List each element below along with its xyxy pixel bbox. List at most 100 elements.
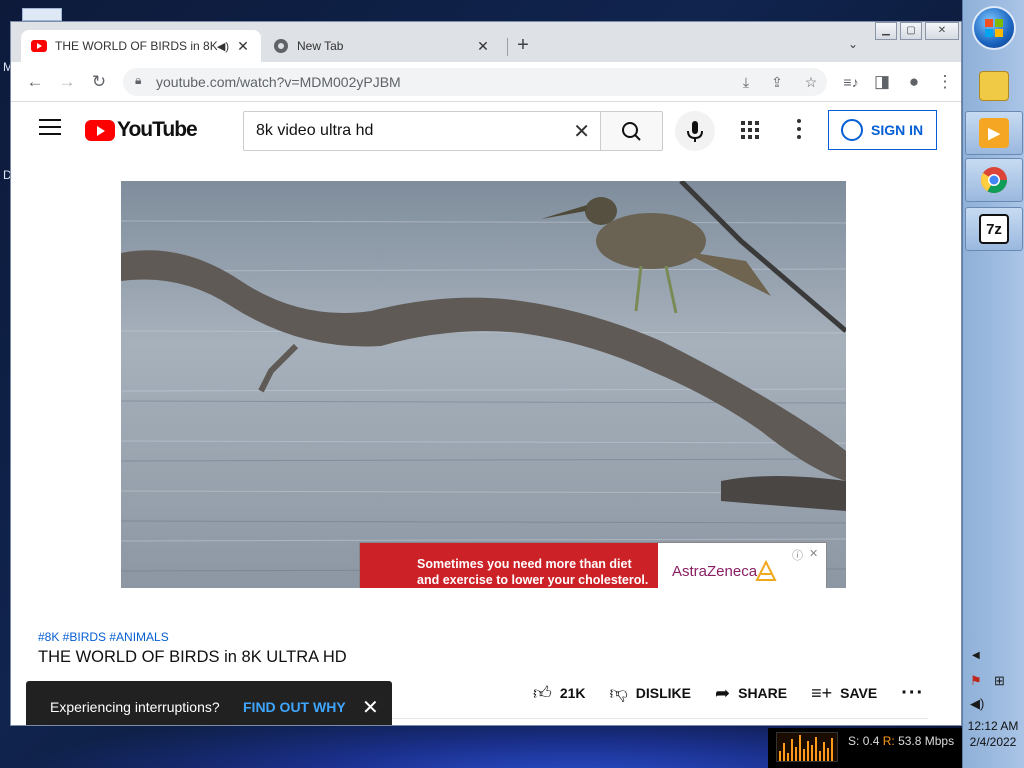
folder-icon <box>979 71 1009 101</box>
more-actions-icon[interactable]: ··· <box>901 682 924 705</box>
audio-playing-icon[interactable]: ◀) <box>217 40 229 53</box>
video-frame-bird-on-branch <box>121 181 846 588</box>
settings-more-icon[interactable] <box>794 119 804 141</box>
browser-window: THE WORLD OF BIRDS in 8K ULTRA HD ◀) ✕ N… <box>10 21 962 726</box>
snackbar: Experiencing interruptions? FIND OUT WHY… <box>26 681 392 725</box>
action-center-flag-icon[interactable]: ⚑ <box>970 673 982 689</box>
tab-close-icon[interactable]: ✕ <box>235 38 251 55</box>
forward-arrow-icon[interactable]: → <box>55 70 79 94</box>
ad-close-icon[interactable]: ✕ <box>809 547 818 560</box>
tab-search-chevron-icon[interactable]: ⌄ <box>843 34 863 54</box>
microphone-icon <box>687 121 703 142</box>
tray-expand-icon[interactable]: ◀ <box>972 650 980 661</box>
thumbs-up-icon: 👍︎ <box>533 683 552 703</box>
browser-toolbar: ← → ↻ 🔒︎ youtube.com/watch?v=MDM002yPJBM… <box>11 62 961 102</box>
voice-search-button[interactable] <box>675 111 715 151</box>
network-meter-widget: S: 0.4 R: 53.8 Mbps <box>768 728 962 768</box>
clock-time: 12:12 AM <box>967 719 1019 733</box>
video-actions: 👍︎ 21K 👎︎ DISLIKE ➦ SHARE ≡+ SAVE ··· <box>533 679 948 707</box>
tab-youtube[interactable]: THE WORLD OF BIRDS in 8K ULTRA HD ◀) ✕ <box>21 30 261 62</box>
ad-line-2: and exercise to lower your cholesterol. <box>417 573 649 587</box>
playlist-add-icon: ≡+ <box>811 682 833 703</box>
bookmark-star-icon[interactable]: ☆ <box>800 71 822 93</box>
youtube-logo[interactable]: YouTube <box>85 118 198 142</box>
network-speed-text: S: 0.4 R: 53.8 Mbps <box>848 734 954 748</box>
apps-grid-icon[interactable] <box>741 121 761 141</box>
youtube-play-icon <box>85 119 115 141</box>
dislike-button[interactable]: 👎︎ DISLIKE <box>610 682 692 704</box>
menu-hamburger-icon[interactable] <box>39 119 61 137</box>
video-player[interactable]: Sometimes you need more than diet and ex… <box>121 181 846 588</box>
clear-search-icon[interactable]: ✕ <box>573 119 590 144</box>
back-arrow-icon[interactable]: ← <box>23 70 47 94</box>
youtube-wordmark: YouTube <box>117 118 198 141</box>
system-clock[interactable]: 12:12 AM 2/4/2022 <box>962 718 1024 750</box>
volume-icon[interactable]: ◀) <box>970 696 984 712</box>
save-button[interactable]: ≡+ SAVE <box>811 683 877 704</box>
url-text[interactable]: youtube.com/watch?v=MDM002yPJBM <box>156 74 401 90</box>
tab-new-tab[interactable]: New Tab ✕ <box>263 30 501 62</box>
close-window-button[interactable]: ✕ <box>925 22 959 40</box>
overlay-ad[interactable]: Sometimes you need more than diet and ex… <box>359 542 827 588</box>
search-icon <box>622 122 641 141</box>
ad-line-1: Sometimes you need more than diet <box>417 557 632 571</box>
ad-message: Sometimes you need more than diet and ex… <box>360 543 658 588</box>
like-button[interactable]: 👍︎ 21K <box>533 682 586 704</box>
media-player-icon: ▶ <box>979 118 1009 148</box>
thumbs-down-icon: 👎︎ <box>609 683 628 703</box>
recv-value: 53.8 Mbps <box>898 734 955 748</box>
network-icon[interactable]: ⊞ <box>994 673 1005 689</box>
reload-icon[interactable]: ↻ <box>87 70 111 94</box>
share-page-icon[interactable]: ⇪ <box>766 71 788 93</box>
taskbar-explorer[interactable] <box>965 64 1023 108</box>
network-graph <box>776 732 838 762</box>
youtube-header: YouTube 8k video ultra hd ✕ SIGN IN <box>11 103 961 159</box>
tab-separator <box>507 38 508 56</box>
dislike-label: DISLIKE <box>635 685 692 701</box>
ad-brand-logo: AstraZeneca <box>672 563 758 580</box>
tab-strip: THE WORLD OF BIRDS in 8K ULTRA HD ◀) ✕ N… <box>11 22 961 62</box>
7zip-icon: 7z <box>979 214 1009 244</box>
share-label: SHARE <box>738 685 788 701</box>
search-query[interactable]: 8k video ultra hd <box>256 122 373 140</box>
share-arrow-icon: ➦ <box>715 682 731 703</box>
search-input[interactable]: 8k video ultra hd ✕ <box>243 111 601 151</box>
profile-icon[interactable]: ● <box>902 70 926 94</box>
find-out-why-link[interactable]: FIND OUT WHY <box>243 699 346 715</box>
windows-logo-icon <box>985 19 1003 37</box>
address-bar[interactable]: 🔒︎ youtube.com/watch?v=MDM002yPJBM ⤓ ⇪ ☆ <box>123 68 827 96</box>
new-tab-button[interactable]: + <box>511 34 535 58</box>
tab-title: THE WORLD OF BIRDS in 8K ULTRA HD <box>55 39 217 53</box>
snackbar-close-icon[interactable]: ✕ <box>362 695 379 720</box>
video-title: THE WORLD OF BIRDS in 8K ULTRA HD <box>38 648 347 666</box>
account-icon <box>841 119 863 141</box>
desktop-icon[interactable] <box>22 8 62 21</box>
like-count: 21K <box>559 685 586 701</box>
tab-title: New Tab <box>297 39 344 53</box>
browser-menu-icon[interactable]: ⋮ <box>933 70 957 94</box>
video-hashtags[interactable]: #8K #BIRDS #ANIMALS <box>38 630 169 644</box>
maximize-button[interactable]: ▢ <box>900 22 922 40</box>
share-button[interactable]: ➦ SHARE <box>715 683 787 704</box>
lock-icon[interactable]: 🔒︎ <box>135 73 141 88</box>
clock-date: 2/4/2022 <box>969 735 1017 749</box>
sign-in-button[interactable]: SIGN IN <box>828 110 937 150</box>
media-control-icon[interactable]: ≡♪ <box>839 70 863 94</box>
taskbar-chrome[interactable] <box>965 158 1023 202</box>
minimize-button[interactable]: ▁ <box>875 22 897 40</box>
astrazeneca-logo-icon <box>755 560 777 581</box>
start-button[interactable] <box>972 6 1016 50</box>
send-label: S: <box>848 734 860 748</box>
taskbar-7zip[interactable]: 7z <box>965 207 1023 251</box>
install-app-icon[interactable]: ⤓ <box>735 71 757 93</box>
chrome-favicon-icon <box>274 39 288 53</box>
sign-in-label: SIGN IN <box>871 122 924 138</box>
youtube-page: YouTube 8k video ultra hd ✕ SIGN IN Some… <box>11 103 961 725</box>
search-button[interactable] <box>600 111 663 151</box>
taskbar-media-player[interactable]: ▶ <box>965 111 1023 155</box>
recv-label: R: <box>882 734 895 748</box>
side-panel-icon[interactable]: ◨ <box>870 70 894 94</box>
chrome-icon <box>980 167 1008 194</box>
ad-info-icon[interactable]: ⓘ <box>792 547 803 563</box>
tab-close-icon[interactable]: ✕ <box>475 38 491 55</box>
